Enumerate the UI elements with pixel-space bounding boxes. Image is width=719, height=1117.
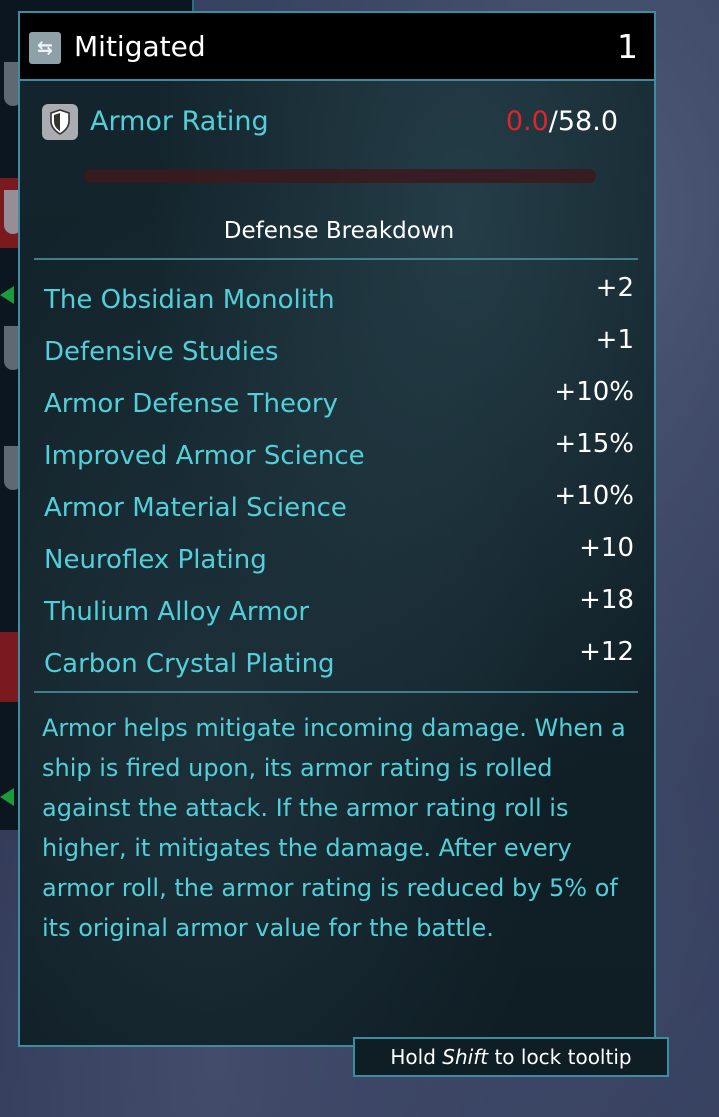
mitigated-tooltip: ⇆ Mitigated 1 Armor Rating 0.0/58.0 Defe… [18,11,656,1047]
defense-breakdown-title: Defense Breakdown [223,218,455,244]
breakdown-item-name: Carbon Crystal Plating [44,649,335,679]
breakdown-item-value: +12 [579,637,634,667]
tooltip-header: ⇆ Mitigated 1 [20,13,654,81]
breakdown-item-name: Neuroflex Plating [44,545,267,575]
tooltip-title: Mitigated [74,30,206,63]
breakdown-row: Thulium Alloy Armor +18 [44,584,634,630]
breakdown-item-value: +15% [554,429,634,459]
breakdown-row: Defensive Studies +1 [44,324,634,370]
armor-rating-value: 0.0/58.0 [506,105,618,139]
breakdown-row: Improved Armor Science +15% [44,428,634,474]
breakdown-item-value: +18 [579,585,634,615]
armor-progress-bar [84,169,596,183]
armor-separator: / [548,106,558,137]
swap-arrows-icon: ⇆ [29,32,61,64]
armor-max-value: 58.0 [557,106,618,137]
arrow-indicator-icon [0,286,14,304]
breakdown-item-value: +10% [554,481,634,511]
breakdown-item-name: Armor Defense Theory [44,389,338,419]
breakdown-row: Neuroflex Plating +10 [44,532,634,578]
breakdown-item-value: +10 [579,533,634,563]
shield-icon [42,104,78,140]
breakdown-item-value: +2 [595,273,634,303]
hint-prefix: Hold [390,1045,443,1069]
breakdown-item-name: Thulium Alloy Armor [44,597,310,627]
breakdown-item-value: +10% [554,377,634,407]
armor-current-value: 0.0 [505,106,549,137]
divider [34,691,638,693]
hint-suffix: to lock tooltip [488,1045,632,1069]
tooltip-count: 1 [617,27,638,66]
lock-tooltip-hint: Hold Shift to lock tooltip [353,1037,669,1077]
breakdown-item-name: Defensive Studies [44,337,279,367]
armor-rating-label: Armor Rating [90,106,269,137]
hint-key: Shift [442,1045,489,1069]
breakdown-item-value: +1 [595,325,634,355]
breakdown-item-name: Armor Material Science [44,493,347,523]
armor-description: Armor helps mitigate incoming damage. Wh… [42,714,626,942]
breakdown-row: Carbon Crystal Plating +12 [44,636,634,682]
breakdown-row: Armor Material Science +10% [44,480,634,526]
breakdown-row: The Obsidian Monolith +2 [44,272,634,318]
breakdown-item-name: Improved Armor Science [44,441,365,471]
breakdown-row: Armor Defense Theory +10% [44,376,634,422]
breakdown-item-name: The Obsidian Monolith [44,285,335,315]
divider [34,258,638,260]
arrow-indicator-icon [0,788,14,806]
